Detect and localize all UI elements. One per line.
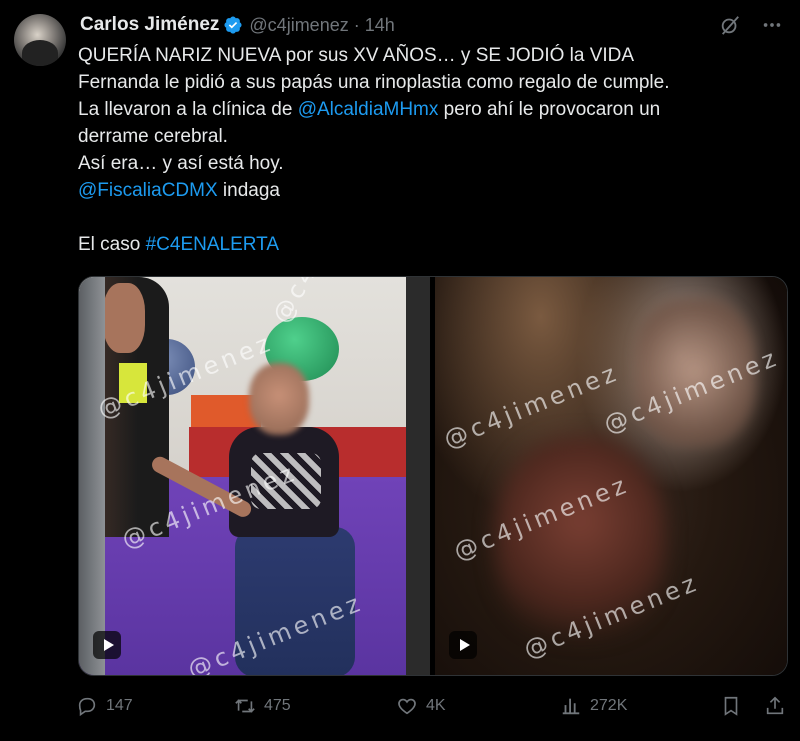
views-count: 272K xyxy=(590,697,628,714)
reply-icon xyxy=(78,697,96,717)
tweet-timestamp[interactable]: 14h xyxy=(365,15,395,36)
tweet-line-1: QUERÍA NARIZ NUEVA por sus XV AÑOS… y SE… xyxy=(78,45,635,66)
verified-badge-icon[interactable] xyxy=(223,15,243,35)
retweet-count: 475 xyxy=(264,697,291,714)
author-handle[interactable]: @c4jimenez xyxy=(249,15,348,36)
tweet-line-8: El caso #C4ENALERTA xyxy=(78,231,778,258)
separator-dot: · xyxy=(353,14,360,35)
heart-icon xyxy=(398,698,416,715)
line-break xyxy=(78,204,778,231)
tweet-text-segment: La llevaron a la clínica de xyxy=(78,99,298,120)
mention-fiscalia[interactable]: @FiscaliaCDMX xyxy=(78,180,218,201)
more-options-icon[interactable] xyxy=(760,13,784,37)
retweet-icon xyxy=(235,699,255,713)
tweet-line-5: Así era… y así está hoy. xyxy=(78,153,284,174)
retweet-button[interactable]: 475 xyxy=(234,695,291,717)
video-thumbnail-right[interactable]: @c4jimenez @c4jimenez @c4jimenez @c4jime… xyxy=(435,277,787,675)
reply-button[interactable]: 147 xyxy=(76,695,133,717)
tweet-line-3: La llevaron a la clínica de @AlcaldiaMHm… xyxy=(78,96,778,123)
views-chart-icon xyxy=(562,698,580,715)
share-icon xyxy=(766,696,784,715)
scene-face xyxy=(103,283,145,353)
share-button[interactable] xyxy=(764,695,786,717)
mention-alcaldia[interactable]: @AlcaldiaMHmx xyxy=(298,99,439,120)
play-icon[interactable] xyxy=(449,631,477,659)
grok-icon[interactable] xyxy=(718,13,742,37)
hashtag-link[interactable]: #C4ENALERTA xyxy=(146,234,279,255)
action-bar: 147 475 4K 272K xyxy=(76,692,786,720)
tweet-text-segment: El caso xyxy=(78,234,146,255)
tweet-line-2: Fernanda le pidió a sus papás una rinopl… xyxy=(78,72,670,93)
blurred-face xyxy=(249,363,309,435)
video-thumbnail-left[interactable]: @c4jimenez @c4jimenez @c4jimenez @c4jime… xyxy=(79,277,430,675)
play-icon[interactable] xyxy=(93,631,121,659)
author-name[interactable]: Carlos Jiménez xyxy=(80,14,219,36)
views-button[interactable]: 272K xyxy=(560,695,627,717)
avatar[interactable] xyxy=(14,14,66,66)
tweet-header: Carlos Jiménez @c4jimenez · 14h xyxy=(80,12,784,38)
media-grid: @c4jimenez @c4jimenez @c4jimenez @c4jime… xyxy=(78,276,788,676)
tweet-body: QUERÍA NARIZ NUEVA por sus XV AÑOS… y SE… xyxy=(78,42,778,258)
bookmark-icon xyxy=(724,696,738,716)
scene-panel xyxy=(406,277,430,675)
bookmark-button[interactable] xyxy=(720,695,742,717)
like-count: 4K xyxy=(426,697,446,714)
like-button[interactable]: 4K xyxy=(396,695,446,717)
tweet-line-6: @FiscaliaCDMX indaga xyxy=(78,177,778,204)
tweet-text-segment: pero ahí le provocaron un xyxy=(438,99,661,120)
tweet-text-segment: indaga xyxy=(217,180,280,201)
reply-count: 147 xyxy=(106,697,133,714)
tweet-line-4: derrame cerebral. xyxy=(78,126,228,147)
scene-pillar xyxy=(79,277,105,675)
